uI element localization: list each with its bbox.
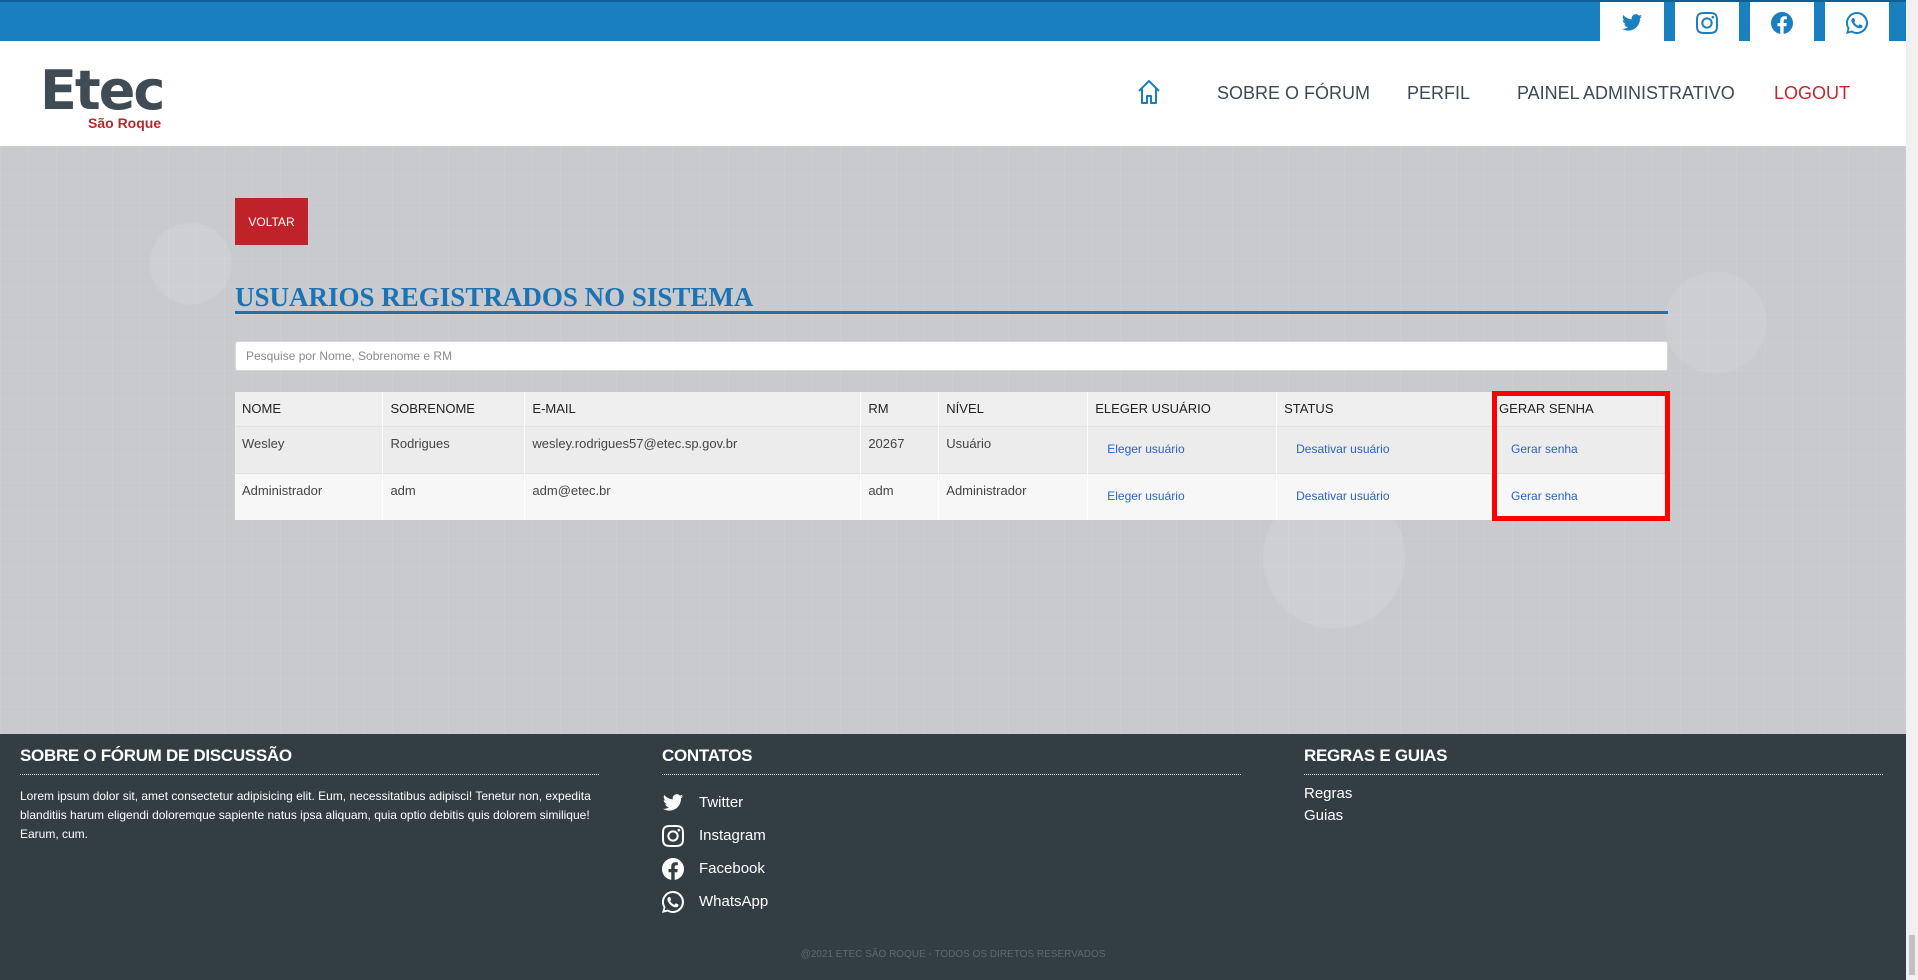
twitter-link[interactable] — [1600, 2, 1664, 43]
col-header-sobrenome: SOBRENOME — [382, 392, 526, 426]
cell-status: Desativar usuário — [1276, 472, 1493, 520]
etec-logo[interactable]: Etec São Roque — [40, 59, 180, 132]
twitter-icon — [1621, 13, 1643, 31]
col-header-nome: NOME — [235, 392, 384, 426]
cell-gerar-senha: Gerar senha — [1491, 472, 1668, 520]
home-icon — [1138, 80, 1160, 104]
search-input[interactable] — [235, 341, 1668, 371]
main-content: VOLTAR USUARIOS REGISTRADOS NO SISTEMA N… — [0, 146, 1906, 734]
title-divider — [235, 311, 1668, 314]
site-footer: SOBRE O FÓRUM DE DISCUSSÃO Lorem ipsum d… — [0, 734, 1906, 980]
cell-nome: Wesley — [235, 425, 384, 473]
desativar-usuario-link[interactable]: Desativar usuário — [1296, 489, 1389, 503]
cell-nivel: Usuário — [938, 425, 1089, 473]
page-scrollbar[interactable] — [1906, 0, 1918, 980]
users-table: NOME SOBRENOME E-MAIL RM NÍVEL ELEGER US… — [235, 392, 1668, 520]
scrollbar-thumb[interactable] — [1909, 935, 1915, 975]
footer-about: SOBRE O FÓRUM DE DISCUSSÃO Lorem ipsum d… — [20, 746, 599, 844]
footer-facebook-label: Facebook — [699, 860, 765, 877]
footer-rules: REGRAS E GUIAS Regras Guias — [1304, 746, 1883, 824]
facebook-link[interactable] — [1750, 2, 1814, 43]
copyright-text: @2021 ETEC SÃO ROQUE - TODOS OS DIRETOS … — [800, 949, 1106, 960]
facebook-icon — [662, 857, 684, 880]
footer-whatsapp-link[interactable]: WhatsApp — [662, 890, 1241, 913]
cell-rm: adm — [860, 472, 940, 520]
whatsapp-link[interactable] — [1825, 2, 1889, 43]
whatsapp-icon — [662, 890, 684, 913]
footer-about-text: Lorem ipsum dolor sit, amet consectetur … — [20, 789, 591, 841]
nav-perfil[interactable]: PERFIL — [1407, 83, 1470, 104]
cell-rm: 20267 — [860, 425, 940, 473]
back-button[interactable]: VOLTAR — [235, 198, 308, 245]
gerar-senha-link[interactable]: Gerar senha — [1511, 442, 1578, 456]
col-header-rm: RM — [860, 392, 940, 426]
site-header: Etec São Roque SOBRE O FÓRUM PERFIL PAIN… — [0, 41, 1906, 146]
instagram-icon — [1696, 11, 1718, 34]
footer-contacts: CONTATOS Twitter Instagram Facebook What… — [662, 746, 1241, 913]
logo-text: Etec — [40, 59, 165, 122]
cell-eleger: Eleger usuário — [1087, 472, 1278, 520]
footer-twitter-link[interactable]: Twitter — [662, 791, 1241, 814]
footer-contacts-title: CONTATOS — [662, 746, 1241, 775]
col-header-email: E-MAIL — [524, 392, 862, 426]
footer-regras-link[interactable]: Regras — [1304, 785, 1883, 802]
page-title: USUARIOS REGISTRADOS NO SISTEMA — [235, 282, 754, 312]
footer-about-title: SOBRE O FÓRUM DE DISCUSSÃO — [20, 746, 599, 775]
footer-whatsapp-label: WhatsApp — [699, 893, 769, 910]
footer-instagram-link[interactable]: Instagram — [662, 824, 1241, 847]
eleger-usuario-link[interactable]: Eleger usuário — [1107, 489, 1184, 503]
table-row: Wesley Rodrigues wesley.rodrigues57@etec… — [235, 425, 1668, 473]
footer-instagram-label: Instagram — [699, 827, 766, 844]
cell-status: Desativar usuário — [1276, 425, 1493, 473]
desativar-usuario-link[interactable]: Desativar usuário — [1296, 442, 1389, 456]
footer-twitter-label: Twitter — [699, 794, 744, 811]
facebook-icon — [1771, 11, 1793, 34]
whatsapp-icon — [1846, 11, 1868, 34]
col-header-gerar-senha: GERAR SENHA — [1491, 392, 1668, 426]
table-row: Administrador adm adm@etec.br adm Admini… — [235, 472, 1668, 520]
nav-sobre-forum[interactable]: SOBRE O FÓRUM — [1217, 83, 1370, 104]
instagram-icon — [662, 824, 684, 847]
footer-facebook-link[interactable]: Facebook — [662, 857, 1241, 880]
eleger-usuario-link[interactable]: Eleger usuário — [1107, 442, 1184, 456]
col-header-status: STATUS — [1276, 392, 1493, 426]
home-link[interactable] — [1135, 78, 1163, 106]
gerar-senha-link[interactable]: Gerar senha — [1511, 489, 1578, 503]
cell-sobrenome: Rodrigues — [382, 425, 526, 473]
cell-nivel: Administrador — [938, 472, 1089, 520]
table-header-row: NOME SOBRENOME E-MAIL RM NÍVEL ELEGER US… — [235, 392, 1668, 426]
cell-nome: Administrador — [235, 472, 384, 520]
cell-email: wesley.rodrigues57@etec.sp.gov.br — [524, 425, 862, 473]
col-header-nivel: NÍVEL — [938, 392, 1089, 426]
col-header-eleger: ELEGER USUÁRIO — [1087, 392, 1278, 426]
footer-rules-title: REGRAS E GUIAS — [1304, 746, 1883, 775]
instagram-link[interactable] — [1675, 2, 1739, 43]
cell-eleger: Eleger usuário — [1087, 425, 1278, 473]
top-social-bar — [0, 0, 1906, 43]
footer-guias-link[interactable]: Guias — [1304, 807, 1883, 824]
nav-logout[interactable]: LOGOUT — [1774, 83, 1850, 104]
logo-subtitle: São Roque — [88, 115, 162, 131]
cell-gerar-senha: Gerar senha — [1491, 425, 1668, 473]
cell-email: adm@etec.br — [524, 472, 862, 520]
cell-sobrenome: adm — [382, 472, 526, 520]
nav-painel-administrativo[interactable]: PAINEL ADMINISTRATIVO — [1517, 83, 1735, 104]
twitter-icon — [662, 793, 684, 811]
